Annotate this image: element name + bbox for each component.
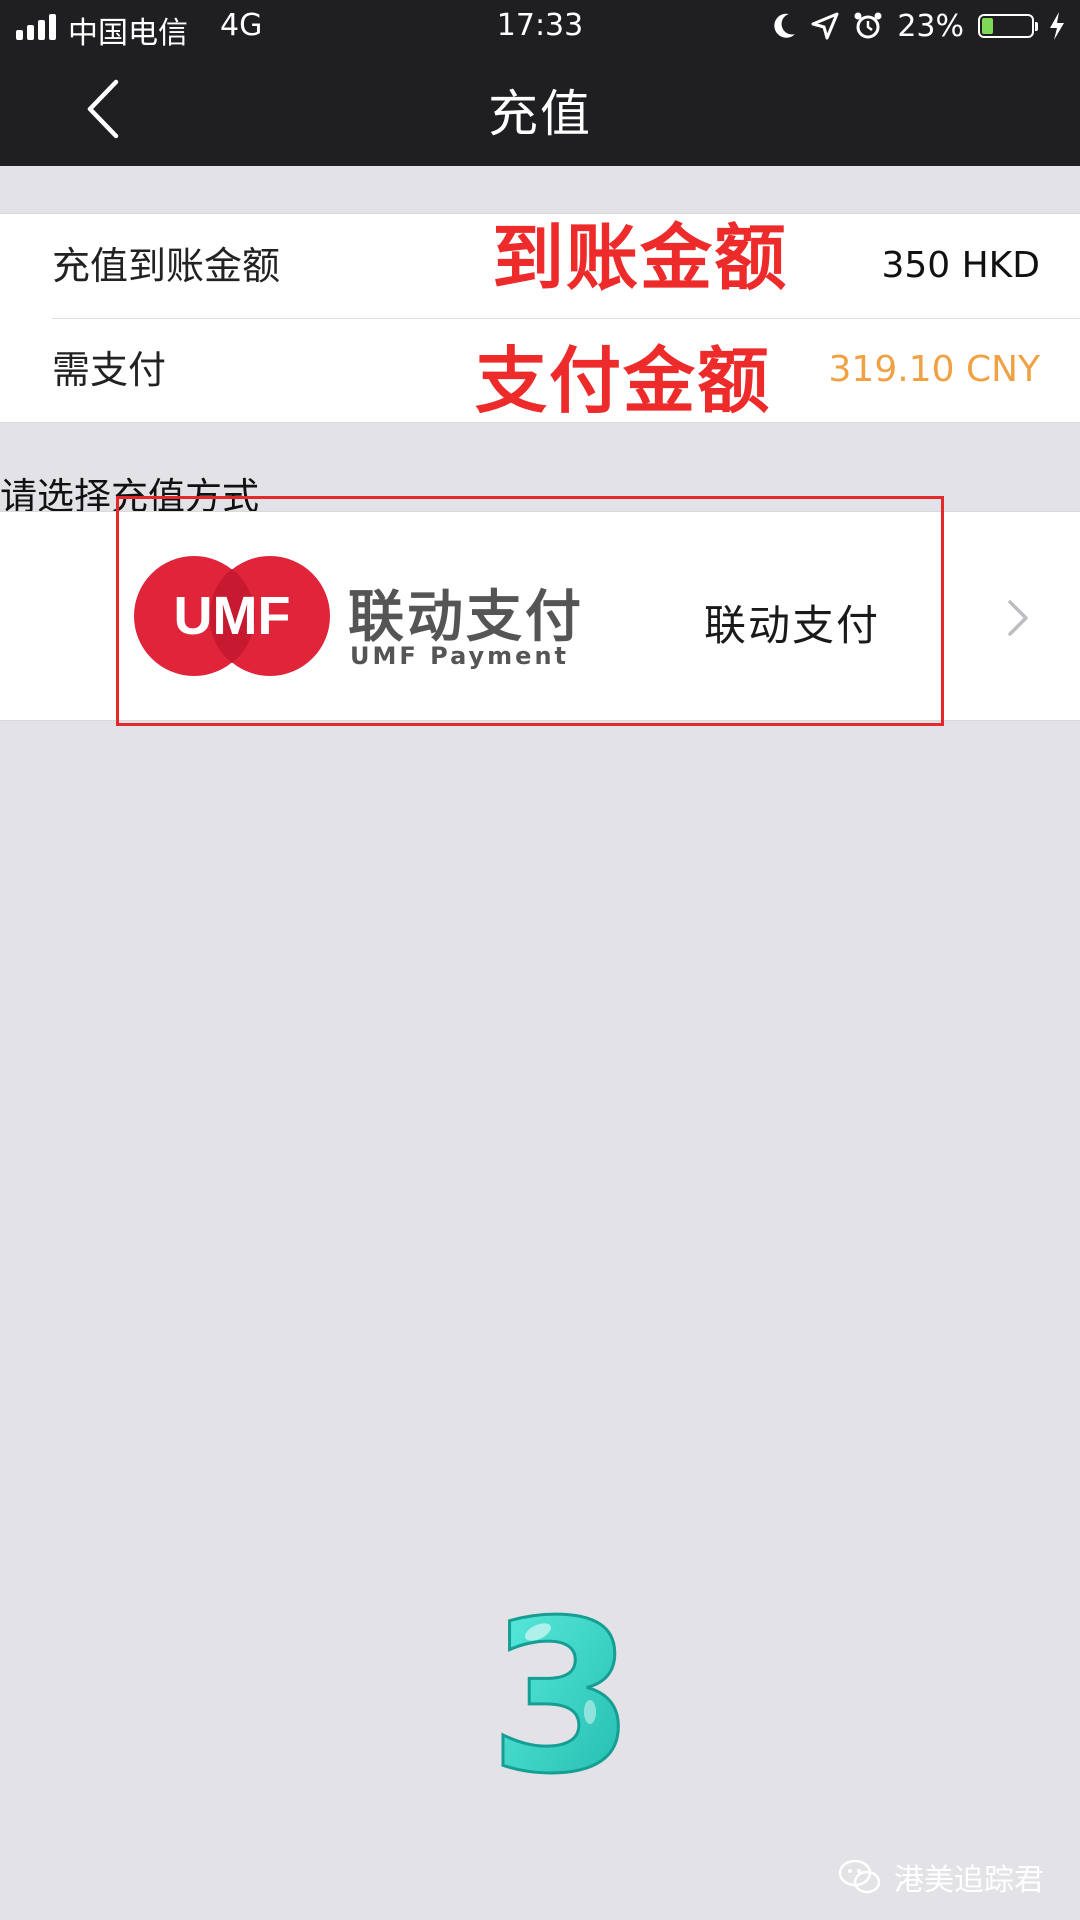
- pay-amount-label: 需支付: [52, 348, 167, 392]
- pay-amount-value: 319.10 CNY: [828, 349, 1040, 390]
- pay-amount-annotation: 支付金额: [475, 339, 772, 423]
- chevron-right-icon: [1008, 600, 1028, 636]
- balloon-digit: 3: [492, 1592, 632, 1792]
- credited-amount-value: 350 HKD: [881, 245, 1040, 286]
- wechat-icon: [838, 1859, 881, 1894]
- balloon-number: 3: [492, 1592, 632, 1792]
- watermark: 港美追踪君: [838, 1855, 1044, 1899]
- status-right-group: 23%: [771, 6, 1066, 46]
- location-icon: [811, 12, 839, 40]
- credited-amount-annotation: 到账金额: [492, 216, 789, 300]
- battery-fill: [982, 18, 994, 34]
- page-title: 充值: [488, 85, 592, 143]
- watermark-text: 港美追踪君: [894, 1863, 1044, 1898]
- alarm-icon: [854, 12, 882, 39]
- top-bar: 中国电信 4G 17:33 23% 充值: [0, 0, 1080, 166]
- highlight-box: [116, 496, 944, 726]
- battery-icon: [978, 14, 1038, 38]
- status-bar: 中国电信 4G 17:33 23%: [0, 0, 1080, 54]
- battery-percent: 23%: [897, 8, 964, 44]
- credited-amount-label: 充值到账金额: [52, 244, 281, 288]
- moon-icon: [774, 13, 796, 38]
- charging-icon: [1050, 12, 1064, 40]
